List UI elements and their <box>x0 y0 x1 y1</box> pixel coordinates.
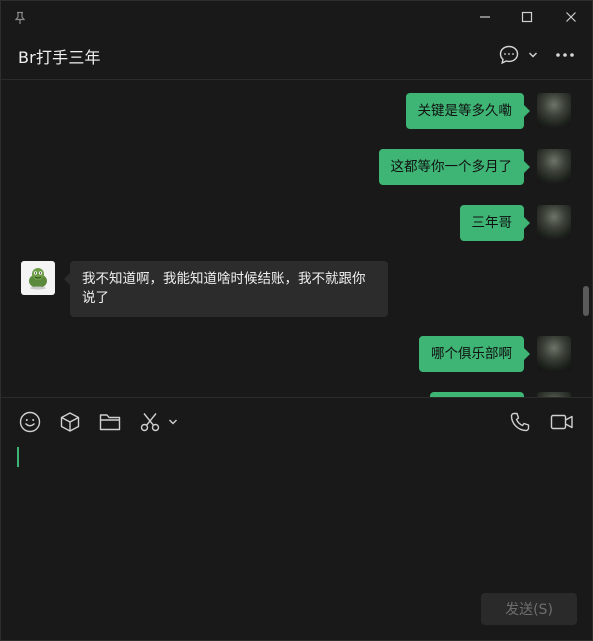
message-bubble-sent[interactable]: 关键是等多久嘞 <box>405 93 530 129</box>
chat-bubble-icon[interactable] <box>497 43 521 67</box>
scissors-icon[interactable] <box>138 410 162 434</box>
message-input[interactable] <box>1 441 592 591</box>
send-button[interactable]: 发送(S) <box>481 593 577 625</box>
message-bubble-sent[interactable]: 哪个俱乐部啊 <box>419 336 530 372</box>
message-bubble-sent[interactable]: 这都等你一个多月了 <box>378 149 530 185</box>
folder-icon[interactable] <box>98 410 122 434</box>
video-icon[interactable] <box>549 410 575 434</box>
pin-icon[interactable] <box>13 10 27 24</box>
close-icon[interactable] <box>559 5 583 29</box>
message-scrollbar[interactable] <box>583 286 589 316</box>
title-bar <box>1 1 592 33</box>
text-cursor <box>17 447 19 467</box>
chevron-down-icon[interactable] <box>525 43 541 67</box>
message-list[interactable]: 关键是等多久嘞 这都等你一个多月了 三年哥 我不知道啊，我能知道啥时候结账，我不… <box>1 80 592 397</box>
divider <box>1 397 592 398</box>
message-bubble-sent[interactable]: 三年哥 <box>459 205 530 241</box>
contact-avatar[interactable] <box>21 261 55 295</box>
my-avatar[interactable] <box>537 149 571 183</box>
my-avatar[interactable] <box>537 205 571 239</box>
my-avatar[interactable] <box>537 336 571 370</box>
my-avatar[interactable] <box>537 93 571 127</box>
phone-icon[interactable] <box>508 410 532 434</box>
message-bubble-received[interactable]: 我不知道啊，我能知道啥时候结账，我不就跟你说了 <box>64 261 388 317</box>
chat-header: Br打手三年 <box>1 33 592 80</box>
chat-window: Br打手三年 关键是等多久嘞 这都等你一个多月了 三年哥 我不知道啊，我能知道啥… <box>0 0 593 641</box>
minimize-icon[interactable] <box>473 5 497 29</box>
more-icon[interactable] <box>553 43 577 67</box>
emoji-icon[interactable] <box>18 410 42 434</box>
chevron-down-icon[interactable] <box>164 410 182 434</box>
box-icon[interactable] <box>58 410 82 434</box>
maximize-icon[interactable] <box>515 5 539 29</box>
chat-title[interactable]: Br打手三年 <box>18 44 101 68</box>
